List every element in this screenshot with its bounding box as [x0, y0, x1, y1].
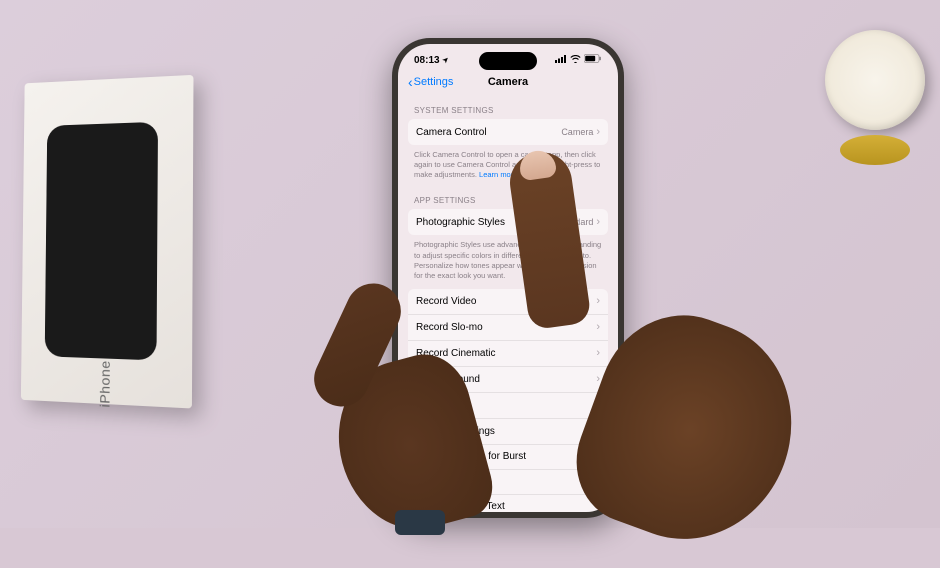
- chevron-right-icon: ›: [596, 126, 600, 138]
- record-video-item[interactable]: Record Video ›: [408, 289, 608, 315]
- iphone-device: 08:13 ➤ ‹ Settings Camera: [392, 38, 624, 518]
- clock-base: [840, 135, 910, 165]
- iphone-box-screen-graphic: [45, 122, 158, 361]
- wifi-icon: [570, 55, 581, 66]
- back-label: Settings: [414, 76, 454, 88]
- iphone-box-decoration: iPhone: [21, 75, 194, 409]
- phone-screen: 08:13 ➤ ‹ Settings Camera: [398, 44, 618, 512]
- dynamic-island: [479, 52, 537, 70]
- location-icon: ➤: [441, 55, 451, 65]
- clock-decoration: [820, 30, 930, 165]
- chevron-right-icon: ›: [596, 399, 600, 411]
- chevron-right-icon: ›: [596, 347, 600, 359]
- scan-qr-codes-item[interactable]: Scan QR Codes: [408, 470, 608, 495]
- iphone-box-label: iPhone: [96, 360, 112, 408]
- settings-list: Record Video › Record Slo-mo › Record Ci…: [408, 289, 608, 512]
- status-time: 08:13: [414, 55, 440, 66]
- photographic-styles-label: Photographic Styles: [416, 217, 505, 228]
- page-title: Camera: [488, 76, 528, 88]
- photographic-styles-value: Standard: [557, 217, 594, 227]
- camera-control-footer: Click Camera Control to open a camera ap…: [408, 147, 608, 188]
- chevron-right-icon: ›: [596, 295, 600, 307]
- signal-icon: [555, 55, 567, 66]
- preserve-settings-item[interactable]: Preserve Settings ›: [408, 419, 608, 445]
- chevron-right-icon: ›: [596, 216, 600, 228]
- record-sound-item[interactable]: Record Sound ›: [408, 367, 608, 393]
- camera-control-row[interactable]: Camera Control Camera ›: [408, 119, 608, 145]
- record-slomo-item[interactable]: Record Slo-mo ›: [408, 315, 608, 341]
- photographic-styles-footer: Photographic Styles use advanced scene u…: [408, 237, 608, 289]
- settings-content: SYSTEM SETTINGS Camera Control Camera › …: [398, 98, 618, 512]
- chevron-right-icon: ›: [596, 425, 600, 437]
- volume-up-burst-item[interactable]: Use Volume Up for Burst: [408, 445, 608, 470]
- navigation-bar: ‹ Settings Camera: [398, 70, 618, 98]
- system-settings-header: SYSTEM SETTINGS: [408, 98, 608, 119]
- learn-more-link[interactable]: Learn more.: [479, 170, 519, 179]
- show-detected-text-item[interactable]: Show Detected Text: [408, 495, 608, 512]
- formats-item[interactable]: Formats ›: [408, 393, 608, 419]
- app-settings-header: APP SETTINGS: [408, 188, 608, 209]
- camera-control-label: Camera Control: [416, 127, 487, 138]
- back-button[interactable]: ‹ Settings: [408, 74, 453, 90]
- chevron-left-icon: ‹: [408, 74, 413, 90]
- chevron-right-icon: ›: [596, 321, 600, 333]
- clock-face: [825, 30, 925, 130]
- photographic-styles-row[interactable]: Photographic Styles Standard ›: [408, 209, 608, 235]
- record-cinematic-item[interactable]: Record Cinematic ›: [408, 341, 608, 367]
- chevron-right-icon: ›: [596, 373, 600, 385]
- camera-control-value: Camera: [561, 127, 593, 137]
- battery-icon: [584, 54, 602, 66]
